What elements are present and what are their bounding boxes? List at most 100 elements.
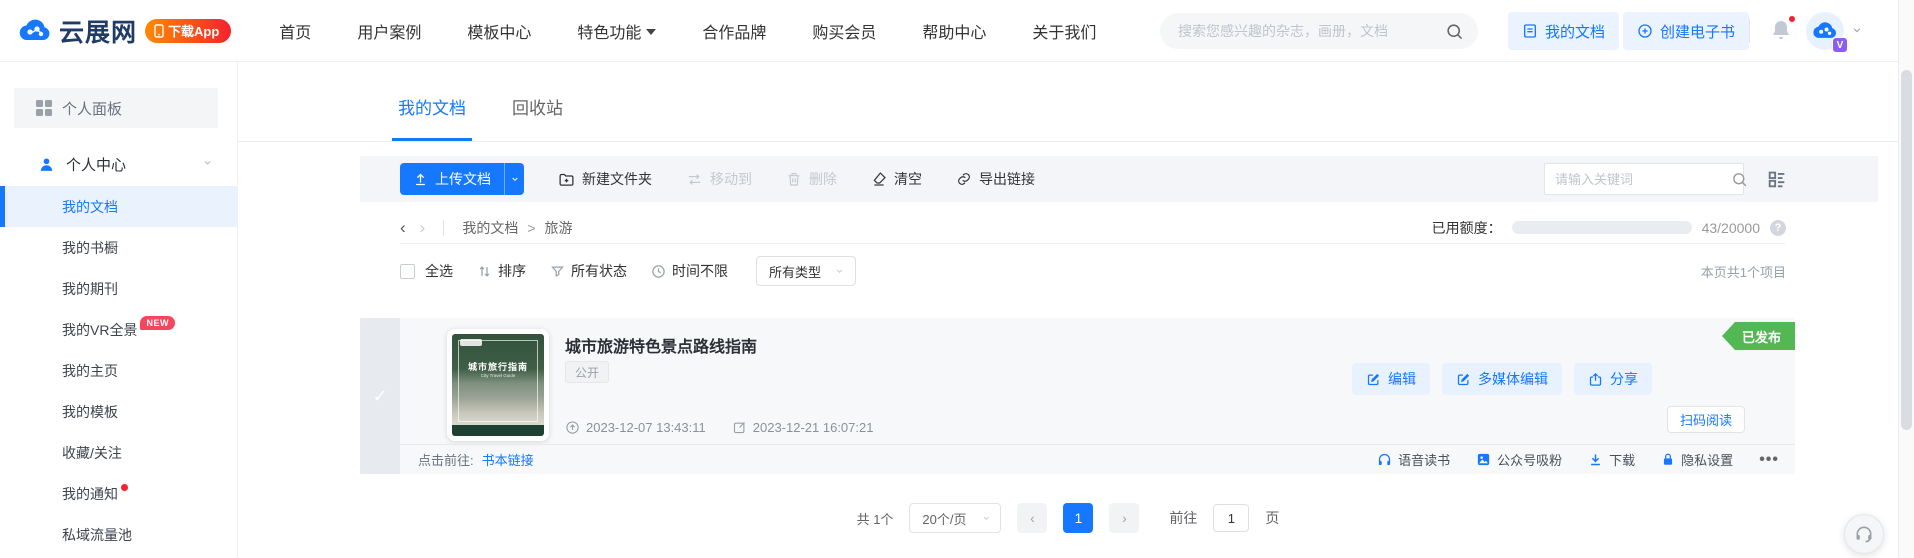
customer-service-button[interactable] xyxy=(1844,514,1884,554)
quota-label: 已用额度： xyxy=(1432,218,1502,238)
help-icon[interactable]: ? xyxy=(1770,220,1786,236)
per-page-select[interactable]: 20个/页 xyxy=(909,503,1001,533)
history-forward-button[interactable]: › xyxy=(420,219,426,236)
type-select[interactable]: 所有类型 xyxy=(756,256,856,286)
quota-progressbar xyxy=(1512,221,1692,234)
nav-item-home[interactable]: 首页 xyxy=(279,19,311,43)
sidebar-item-private-traffic[interactable]: 私域流量池 xyxy=(0,514,238,555)
sidebar-item-favorites[interactable]: 收藏/关注 xyxy=(0,432,238,473)
create-ebook-button[interactable]: 创建电子书 xyxy=(1623,12,1749,50)
keyword-search-input[interactable] xyxy=(1555,172,1731,187)
breadcrumb-root[interactable]: 我的文档 xyxy=(462,218,518,238)
privacy-settings-button[interactable]: 隐私设置 xyxy=(1661,450,1733,469)
logo[interactable]: 云展网 下载App xyxy=(18,13,231,49)
select-all-label[interactable]: 全选 xyxy=(425,261,453,281)
headset-icon xyxy=(1854,524,1874,544)
notification-dot xyxy=(121,484,128,491)
page-number-button[interactable]: 1 xyxy=(1063,503,1093,533)
multimedia-edit-button[interactable]: 多媒体编辑 xyxy=(1442,363,1562,395)
next-page-button[interactable]: › xyxy=(1109,503,1139,533)
document-thumbnail[interactable]: 城市旅行指南 City Travel Guide xyxy=(447,329,549,441)
sidebar-menu: 我的文档 我的书橱 我的期刊 我的VR全景 NEW 我的主页 我的模板 收藏/关… xyxy=(0,186,238,555)
pencil-square-icon xyxy=(1366,372,1381,387)
view-toggle-icon[interactable] xyxy=(1766,168,1788,190)
sidebar-item-dashboard[interactable]: 个人面板 xyxy=(14,88,218,128)
main-content: 我的文档 回收站 上传文档 新建文件夹 xyxy=(238,62,1898,558)
folder-plus-icon xyxy=(558,171,575,188)
qr-read-button[interactable]: 扫码阅读 xyxy=(1667,406,1745,433)
download-button[interactable]: 下载 xyxy=(1588,450,1635,469)
export-link-button[interactable]: 导出链接 xyxy=(956,169,1035,189)
goto-label: 点击前往: xyxy=(418,450,474,469)
wechat-fans-button[interactable]: 公众号吸粉 xyxy=(1476,450,1562,469)
sort-button[interactable]: 排序 xyxy=(477,261,526,281)
upload-document-button[interactable]: 上传文档 xyxy=(400,163,524,195)
goto-page-input[interactable] xyxy=(1213,504,1249,532)
breadcrumb-row: ‹ › 我的文档 > 旅游 已用额度： 43/20000 ? xyxy=(400,212,1786,244)
share-button[interactable]: 分享 xyxy=(1574,363,1652,395)
upload-dropdown-caret[interactable] xyxy=(504,163,524,195)
account-chevron-down-icon[interactable] xyxy=(1850,25,1864,35)
sidebar-item-notifications[interactable]: 我的通知 xyxy=(0,473,238,514)
plus-circle-icon xyxy=(1637,23,1653,39)
sidebar-item-my-homepage[interactable]: 我的主页 xyxy=(0,350,238,391)
more-actions-button[interactable]: ••• xyxy=(1759,451,1779,469)
audio-reading-button[interactable]: 语音读书 xyxy=(1377,450,1450,469)
goto-page-label: 前往 xyxy=(1169,508,1197,528)
book-link[interactable]: 书本链接 xyxy=(482,450,534,469)
move-icon xyxy=(686,171,703,188)
status-badge: 已发布 xyxy=(1722,322,1795,350)
nav-item-about[interactable]: 关于我们 xyxy=(1032,19,1096,43)
section-chevron-down-icon[interactable] xyxy=(201,158,214,167)
clock-icon xyxy=(651,264,666,279)
edit-button[interactable]: 编辑 xyxy=(1352,363,1430,395)
nav-item-cases[interactable]: 用户案例 xyxy=(357,19,421,43)
quota: 已用额度： 43/20000 ? xyxy=(1432,218,1786,238)
logo-text: 云展网 xyxy=(59,13,137,49)
clear-button[interactable]: 清空 xyxy=(871,169,922,189)
trash-icon xyxy=(786,171,802,187)
time-filter[interactable]: 时间不限 xyxy=(651,261,728,281)
document-card: ✓ 已发布 城市旅行指南 City Travel Guide 城市旅游特色景点路… xyxy=(360,318,1795,474)
select-all-checkbox[interactable] xyxy=(400,264,415,279)
sidebar-item-my-documents[interactable]: 我的文档 xyxy=(0,186,238,227)
avatar[interactable]: V xyxy=(1806,12,1844,50)
breadcrumb-separator: > xyxy=(527,220,535,236)
scrollbar-track[interactable] xyxy=(1898,0,1914,558)
tab-recycle-bin[interactable]: 回收站 xyxy=(512,94,563,141)
search-icon[interactable] xyxy=(1731,171,1748,188)
cover-art: 城市旅行指南 City Travel Guide xyxy=(452,334,544,436)
document-title[interactable]: 城市旅游特色景点路线指南 xyxy=(565,333,757,357)
link-icon xyxy=(956,171,972,187)
breadcrumb-current[interactable]: 旅游 xyxy=(545,218,573,238)
global-search-input[interactable] xyxy=(1178,23,1445,39)
sidebar-item-my-vr[interactable]: 我的VR全景 NEW xyxy=(0,309,238,350)
tab-my-documents[interactable]: 我的文档 xyxy=(398,94,466,141)
row-select-checkbox[interactable]: ✓ xyxy=(360,318,400,474)
history-back-button[interactable]: ‹ xyxy=(400,219,406,236)
notifications-bell[interactable] xyxy=(1769,17,1795,45)
my-documents-button[interactable]: 我的文档 xyxy=(1508,12,1619,50)
nav-item-partners[interactable]: 合作品牌 xyxy=(702,19,766,43)
new-folder-button[interactable]: 新建文件夹 xyxy=(558,169,652,189)
breadcrumb: 我的文档 > 旅游 xyxy=(462,218,572,238)
delete-button[interactable]: 删除 xyxy=(786,169,837,189)
updated-date: 2023-12-21 16:07:21 xyxy=(732,420,874,435)
scrollbar-thumb[interactable] xyxy=(1901,70,1912,430)
sidebar-item-my-bookshelf[interactable]: 我的书橱 xyxy=(0,227,238,268)
divider xyxy=(443,220,444,236)
sidebar-section-personal-center[interactable]: 个人中心 xyxy=(0,144,238,184)
share-icon xyxy=(1588,372,1603,387)
move-to-button[interactable]: 移动到 xyxy=(686,169,752,189)
nav-item-membership[interactable]: 购买会员 xyxy=(812,19,876,43)
prev-page-button[interactable]: ‹ xyxy=(1017,503,1047,533)
sidebar-item-my-templates[interactable]: 我的模板 xyxy=(0,391,238,432)
nav-item-help[interactable]: 帮助中心 xyxy=(922,19,986,43)
download-app-badge[interactable]: 下载App xyxy=(145,19,231,43)
search-icon[interactable] xyxy=(1445,22,1464,41)
vip-badge: V xyxy=(1832,37,1848,53)
nav-item-templates[interactable]: 模板中心 xyxy=(467,19,531,43)
status-filter[interactable]: 所有状态 xyxy=(550,261,627,281)
nav-item-features[interactable]: 特色功能 xyxy=(577,19,656,43)
sidebar-item-my-journals[interactable]: 我的期刊 xyxy=(0,268,238,309)
